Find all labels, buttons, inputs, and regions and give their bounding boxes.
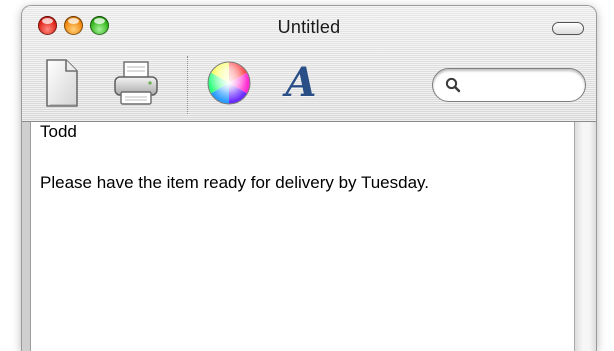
document-line-1: Todd (40, 122, 77, 141)
print-icon (114, 61, 158, 105)
new-document-button[interactable] (32, 50, 92, 116)
window-title: Untitled (277, 17, 341, 37)
font-icon: A (285, 59, 317, 106)
search-icon (445, 77, 461, 93)
document-text-area[interactable]: Todd Please have the item ready for deli… (30, 122, 575, 351)
fonts-button[interactable]: A (271, 50, 331, 116)
search-input[interactable] (465, 73, 579, 99)
colors-button[interactable] (199, 50, 259, 116)
toolbar: A (22, 46, 596, 121)
vertical-scrollbar[interactable] (574, 122, 596, 351)
text-editor-window: Untitled A Todd Please have the item rea… (22, 6, 596, 351)
toolbar-separator (187, 56, 188, 114)
search-field[interactable] (432, 68, 586, 102)
toolbar-toggle-icon[interactable] (552, 22, 584, 35)
color-wheel-icon (207, 61, 251, 105)
new-document-icon (46, 59, 78, 107)
title-bar[interactable]: Untitled (22, 6, 596, 46)
print-button[interactable] (106, 50, 166, 116)
window-chrome: Untitled A (22, 6, 596, 122)
document-line-2: Please have the item ready for delivery … (40, 173, 429, 192)
